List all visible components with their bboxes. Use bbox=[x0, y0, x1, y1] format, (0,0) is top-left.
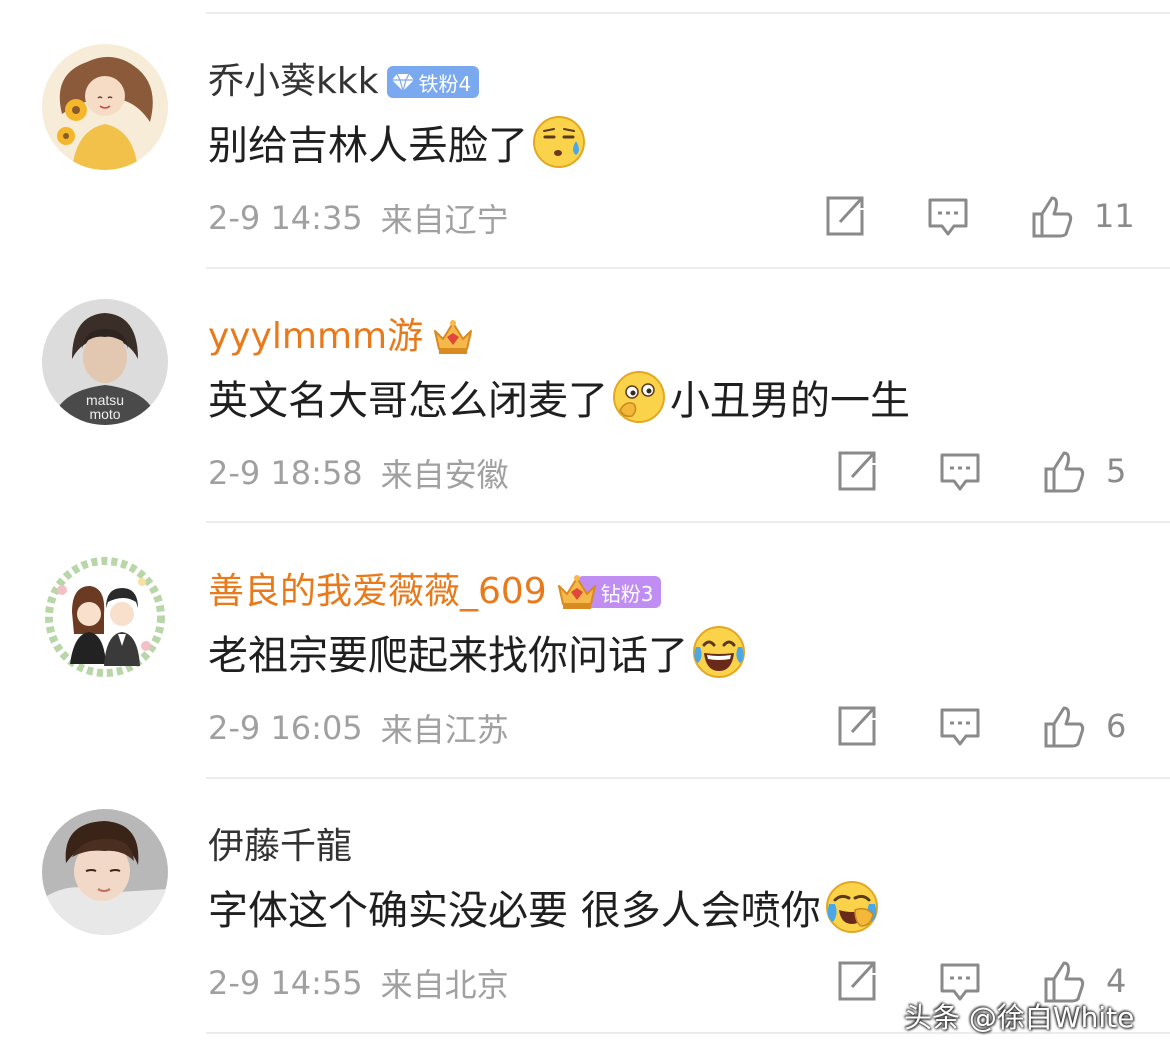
comment-item: 乔小葵kkk 铁粉4 别给吉林人丢脸了 2-9 14:35 来自辽宁 11 bbox=[0, 14, 1170, 268]
comment-body-suffix: 小丑男的一生 bbox=[670, 378, 910, 424]
comment-icon[interactable] bbox=[938, 704, 982, 748]
avatar[interactable] bbox=[42, 554, 168, 680]
comment-item: 伊藤千龍 字体这个确实没必要 很多人会喷你 2-9 14:55 来自北京 4 bbox=[0, 779, 1170, 1033]
thinking-emoji-icon bbox=[612, 370, 666, 424]
comment-body: 别给吉林人丢脸了 bbox=[208, 123, 528, 169]
laugh-cry-emoji-icon bbox=[692, 625, 746, 679]
share-icon[interactable] bbox=[834, 449, 878, 493]
share-icon[interactable] bbox=[834, 704, 878, 748]
share-icon[interactable] bbox=[822, 194, 866, 238]
crown-icon bbox=[555, 572, 599, 612]
like-icon[interactable] bbox=[1042, 449, 1086, 493]
username[interactable]: 乔小葵kkk bbox=[208, 54, 379, 110]
comment-item: matsu moto yyylmmm游 英文名大哥怎么闭麦了 小丑男的一生 2-… bbox=[0, 269, 1170, 523]
username[interactable]: yyylmmm游 bbox=[208, 309, 423, 365]
avatar[interactable]: matsu moto bbox=[42, 299, 168, 425]
comment-list-page: 乔小葵kkk 铁粉4 别给吉林人丢脸了 2-9 14:35 来自辽宁 11 ma… bbox=[0, 0, 1170, 1058]
comment-text: 别给吉林人丢脸了 bbox=[208, 110, 590, 174]
like-icon[interactable] bbox=[1030, 194, 1074, 238]
facepalm-cry-emoji-icon bbox=[825, 880, 879, 934]
username[interactable]: 善良的我爱薇薇_609 bbox=[208, 564, 547, 620]
divider bbox=[206, 521, 1170, 523]
comment-body: 字体这个确实没必要 很多人会喷你 bbox=[208, 888, 821, 934]
comment-text: 英文名大哥怎么闭麦了 小丑男的一生 bbox=[208, 365, 910, 429]
username[interactable]: 伊藤千龍 bbox=[208, 819, 352, 875]
watermark: 头条 @徐白White bbox=[904, 1001, 1135, 1034]
comment-body: 英文名大哥怎么闭麦了 bbox=[208, 378, 608, 424]
comment-text: 字体这个确实没必要 很多人会喷你 bbox=[208, 875, 883, 939]
comment-text: 老祖宗要爬起来找你问话了 bbox=[208, 620, 750, 684]
sweat-emoji-icon bbox=[532, 115, 586, 169]
like-count: 11 bbox=[1094, 197, 1135, 235]
like-icon[interactable] bbox=[1042, 704, 1086, 748]
diamond-icon bbox=[391, 72, 415, 92]
fan-badge[interactable]: 铁粉4 bbox=[386, 65, 480, 99]
avatar[interactable] bbox=[42, 809, 168, 935]
comment-body: 老祖宗要爬起来找你问话了 bbox=[208, 633, 688, 679]
vip-badge[interactable] bbox=[431, 320, 475, 354]
comment-item: 善良的我爱薇薇_609 钻粉3 老祖宗要爬起来找你问话了 2-9 16:05 来… bbox=[0, 524, 1170, 778]
svg-text:moto: moto bbox=[89, 406, 120, 422]
crown-icon bbox=[431, 317, 475, 357]
share-icon[interactable] bbox=[834, 959, 878, 1003]
comment-icon[interactable] bbox=[926, 194, 970, 238]
fan-badge[interactable]: 钻粉3 bbox=[555, 575, 662, 609]
avatar[interactable] bbox=[42, 44, 168, 170]
like-count: 5 bbox=[1106, 452, 1127, 490]
comment-icon[interactable] bbox=[938, 449, 982, 493]
like-count: 6 bbox=[1106, 707, 1127, 745]
badge-label: 铁粉4 bbox=[418, 71, 472, 96]
